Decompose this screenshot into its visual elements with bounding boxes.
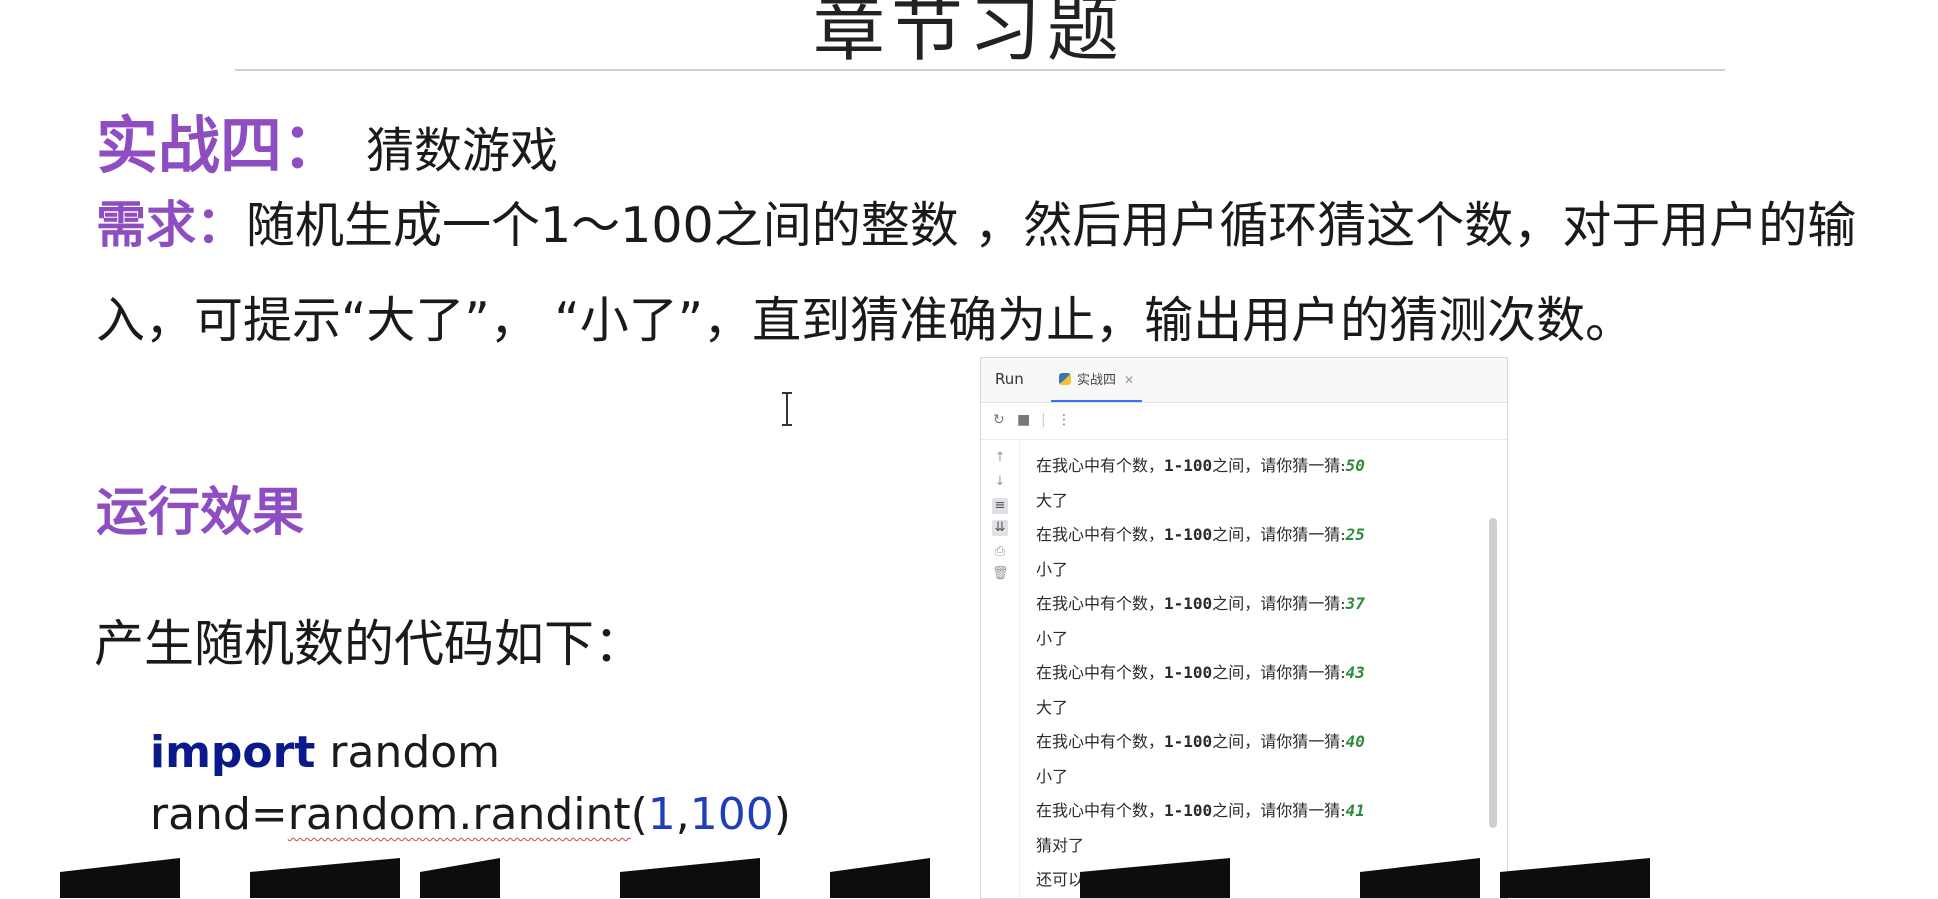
scroll-down-icon[interactable]: ↓	[992, 474, 1008, 490]
slide-title: 章节习题	[812, 0, 1125, 71]
console-prompt-text: 在我心中有个数，	[1036, 663, 1165, 682]
cut-off-caption	[60, 858, 1860, 898]
run-toolbar: ↻ ■ | ⋮	[981, 403, 1507, 440]
console-user-input: 37	[1345, 594, 1365, 613]
console-prompt-text: 在我心中有个数，	[1036, 525, 1165, 544]
console-prompt-text: 在我心中有个数，	[1036, 732, 1165, 751]
code-arg-2: 100	[689, 789, 774, 840]
console-gutter: ↑ ↓ ≡ ⇊ ⎙ 🗑	[981, 440, 1020, 898]
run-effect-heading: 运行效果	[96, 483, 305, 543]
python-icon	[1059, 373, 1071, 385]
soft-wrap-icon[interactable]: ≡	[992, 498, 1008, 514]
run-config-tab-label: 实战四	[1077, 373, 1117, 388]
console-user-input: 41	[1345, 801, 1365, 820]
console-output-text: 小了	[1036, 766, 1069, 786]
console-output-text: 大了	[1036, 490, 1069, 510]
console-prompt-text: 在我心中有个数，	[1036, 456, 1165, 475]
keyword-import: import	[150, 727, 316, 778]
stop-icon[interactable]: ■	[1017, 412, 1030, 428]
console-prompt-text: 1-100	[1164, 732, 1213, 751]
section-name: 猜数游戏	[366, 123, 559, 179]
console-line: 在我心中有个数，1-100之间，请你猜一猜:40	[1036, 725, 1476, 760]
console-line: 在我心中有个数，1-100之间，请你猜一猜:25	[1036, 518, 1476, 553]
console-line: 在我心中有个数，1-100之间，请你猜一猜:37	[1036, 587, 1476, 622]
section-label: 实战四：	[96, 109, 345, 182]
console-prompt-text: 在我心中有个数，	[1036, 594, 1165, 613]
run-console-panel: Run 实战四 ✕ ↻ ■ | ⋮ ↑ ↓ ≡ ⇊ ⎙ 🗑 在我心中有个数，1-1…	[980, 357, 1508, 899]
code-comma: ,	[675, 789, 690, 840]
console-line: 小了	[1036, 622, 1476, 657]
code-line-1-rest: random	[315, 727, 501, 778]
run-tabbar: Run 实战四 ✕	[981, 358, 1507, 403]
code-paren-close: )	[773, 789, 791, 840]
close-icon[interactable]: ✕	[1124, 373, 1134, 387]
section-heading: 实战四： 猜数游戏	[96, 95, 558, 185]
console-output: 在我心中有个数，1-100之间，请你猜一猜:50 大了 在我心中有个数，1-100之…	[1036, 449, 1476, 898]
scroll-up-icon[interactable]: ↑	[992, 450, 1008, 466]
console-user-input: 25	[1345, 525, 1365, 544]
console-prompt-text: 之间，请你猜一猜:	[1212, 594, 1346, 613]
title-divider	[235, 69, 1725, 71]
requirement-paragraph: 需求：随机生成一个1～100之间的整数 ，然后用户循环猜这个数，对于用户的输入，…	[96, 178, 1876, 368]
console-prompt-text: 1-100	[1164, 525, 1213, 544]
console-line: 小了	[1036, 760, 1476, 795]
run-tool-title[interactable]: Run	[995, 370, 1024, 388]
requirement-text: 随机生成一个1～100之间的整数 ，然后用户循环猜这个数，对于用户的输入，可提示…	[96, 197, 1857, 349]
console-prompt-text: 之间，请你猜一猜:	[1212, 663, 1346, 682]
console-user-input: 43	[1345, 663, 1365, 682]
console-line: 小了	[1036, 553, 1476, 588]
console-user-input: 40	[1345, 732, 1365, 751]
console-prompt-text: 在我心中有个数，	[1036, 801, 1165, 820]
console-line: 在我心中有个数，1-100之间，请你猜一猜:43	[1036, 656, 1476, 691]
more-options-icon[interactable]: ⋮	[1057, 412, 1071, 428]
code-block: import random rand=random.randint(1,100)	[150, 722, 791, 846]
console-prompt-text: 之间，请你猜一猜:	[1212, 732, 1346, 751]
scroll-to-end-icon[interactable]: ⇊	[992, 520, 1008, 536]
code-assign: rand=	[150, 789, 288, 840]
print-icon[interactable]: ⎙	[992, 544, 1008, 560]
code-paren-open: (	[630, 789, 648, 840]
console-line: 在我心中有个数，1-100之间，请你猜一猜:50	[1036, 449, 1476, 484]
console-prompt-text: 1-100	[1164, 594, 1213, 613]
code-line-1: import random	[150, 722, 791, 784]
console-prompt-text: 之间，请你猜一猜:	[1212, 801, 1346, 820]
code-intro-text: 产生随机数的代码如下：	[94, 615, 644, 673]
rerun-icon[interactable]: ↻	[993, 412, 1005, 428]
run-config-tab[interactable]: 实战四 ✕	[1051, 366, 1143, 402]
text-cursor-icon	[782, 392, 792, 426]
console-line: 大了	[1036, 691, 1476, 726]
console-prompt-text: 1-100	[1164, 456, 1213, 475]
trash-icon[interactable]: 🗑	[992, 566, 1009, 582]
code-line-2: rand=random.randint(1,100)	[150, 784, 791, 846]
console-output-text: 大了	[1036, 697, 1069, 717]
code-call: random.randint	[287, 789, 631, 840]
console-prompt-text: 1-100	[1164, 663, 1213, 682]
console-user-input: 50	[1345, 456, 1365, 475]
console-prompt-text: 1-100	[1164, 801, 1213, 820]
console-output-text: 小了	[1036, 628, 1069, 648]
console-scrollbar[interactable]	[1489, 518, 1497, 828]
toolbar-separator: |	[1041, 412, 1046, 428]
code-arg-1: 1	[647, 789, 676, 840]
console-prompt-text: 之间，请你猜一猜:	[1212, 525, 1346, 544]
console-output-text: 猜对了	[1036, 835, 1085, 855]
console-line: 大了	[1036, 484, 1476, 519]
console-output-text: 小了	[1036, 559, 1069, 579]
console-prompt-text: 之间，请你猜一猜:	[1212, 456, 1346, 475]
console-line: 在我心中有个数，1-100之间，请你猜一猜:41	[1036, 794, 1476, 829]
requirement-label: 需求：	[96, 196, 246, 254]
